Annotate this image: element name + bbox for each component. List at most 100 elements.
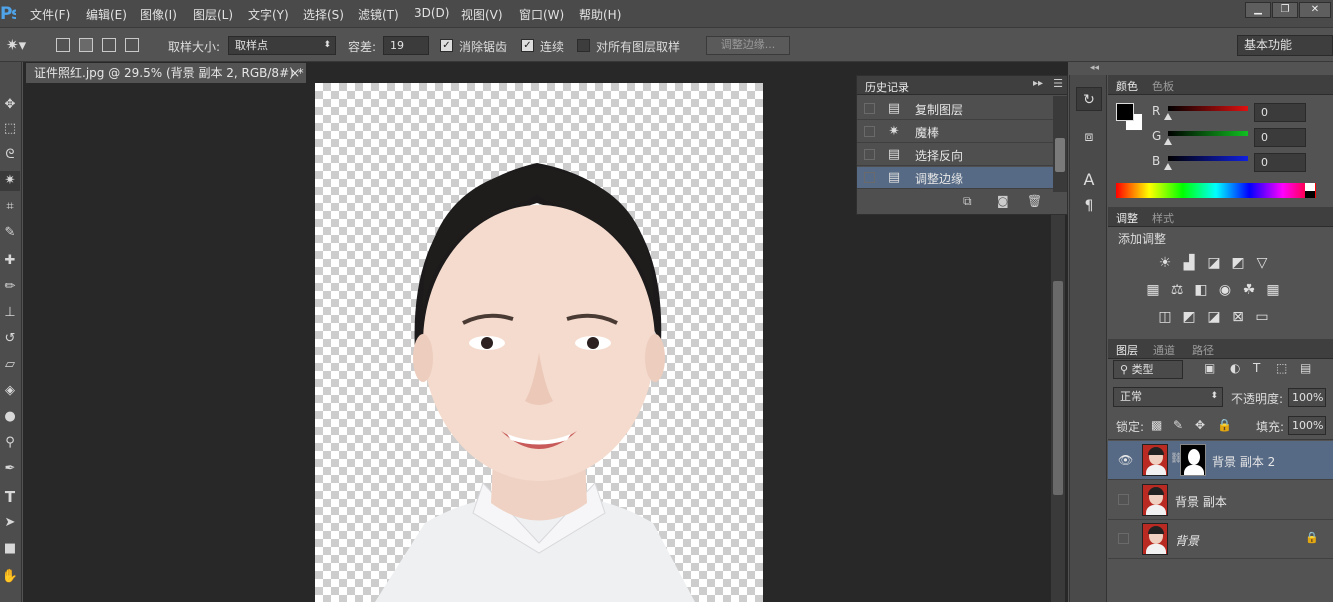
menu-edit[interactable]: 编辑(E) <box>86 6 127 23</box>
canvas[interactable] <box>315 83 763 602</box>
new-document-from-state-icon[interactable]: ⧉ <box>963 194 972 209</box>
menu-layer[interactable]: 图层(L) <box>193 6 233 23</box>
green-value-input[interactable]: 0 <box>1254 128 1306 147</box>
character-panel-icon[interactable]: A <box>1076 168 1102 192</box>
subtract-selection-icon[interactable] <box>102 38 116 52</box>
tab-layers[interactable]: 图层 <box>1116 342 1138 358</box>
history-snapshot-checkbox[interactable] <box>864 172 875 183</box>
tab-adjustments[interactable]: 调整 <box>1116 210 1138 226</box>
tab-channels[interactable]: 通道 <box>1153 342 1175 358</box>
history-scrollbar-thumb[interactable] <box>1055 138 1065 172</box>
levels-icon[interactable]: ▟ <box>1180 254 1198 272</box>
scrollbar-thumb[interactable] <box>1053 281 1063 495</box>
menu-help[interactable]: 帮助(H) <box>579 6 621 23</box>
blur-tool-icon[interactable]: ● <box>0 407 20 427</box>
menu-select[interactable]: 选择(S) <box>303 6 344 23</box>
eyedropper-tool-icon[interactable]: ✎ <box>0 223 20 243</box>
history-brush-tool-icon[interactable]: ↺ <box>0 329 20 349</box>
path-selection-tool-icon[interactable]: ➤ <box>0 513 20 533</box>
eraser-tool-icon[interactable]: ▱ <box>0 355 20 375</box>
gradient-map-icon[interactable]: ▭ <box>1253 308 1271 326</box>
foreground-color-swatch[interactable] <box>1116 103 1134 121</box>
visibility-toggle[interactable] <box>1118 494 1129 505</box>
history-item-magic-wand[interactable]: ✷ 魔棒 <box>857 121 1053 143</box>
tab-color[interactable]: 颜色 <box>1116 78 1138 94</box>
spectrum-black-chip[interactable] <box>1305 191 1315 198</box>
history-scrollbar[interactable] <box>1053 96 1067 192</box>
crop-tool-icon[interactable]: ⌗ <box>0 197 20 217</box>
blue-slider-handle[interactable] <box>1164 163 1172 170</box>
color-spectrum-bar[interactable] <box>1116 183 1316 198</box>
invert-icon[interactable]: ◫ <box>1156 308 1174 326</box>
collapse-panel-icon[interactable]: ▸▸ <box>1033 78 1043 89</box>
layer-filter-select[interactable]: ⚲ 类型 <box>1113 360 1183 379</box>
layer-mask-thumbnail[interactable] <box>1180 444 1206 476</box>
history-snapshot-checkbox[interactable] <box>864 103 875 114</box>
dodge-tool-icon[interactable]: ⚲ <box>0 433 20 453</box>
menu-3d[interactable]: 3D(D) <box>414 6 449 20</box>
camera-snapshot-icon[interactable]: ◙ <box>997 194 1009 208</box>
contiguous-checkbox[interactable]: ✓ <box>521 39 534 52</box>
green-slider-handle[interactable] <box>1164 138 1172 145</box>
threshold-icon[interactable]: ◪ <box>1205 308 1223 326</box>
exposure-icon[interactable]: ◩ <box>1229 254 1247 272</box>
history-dock-icon[interactable]: ↻ <box>1076 87 1102 111</box>
red-slider[interactable] <box>1168 106 1248 111</box>
lock-transparent-icon[interactable]: ▩ <box>1151 418 1162 432</box>
magic-wand-tool-icon[interactable]: ✷ <box>0 171 20 191</box>
tab-swatches[interactable]: 色板 <box>1152 78 1174 94</box>
type-tool-icon[interactable]: T <box>0 487 20 507</box>
document-tab[interactable]: 证件照红.jpg @ 29.5% (背景 副本 2, RGB/8#) * × <box>26 63 306 83</box>
pen-tool-icon[interactable]: ✒ <box>0 459 20 479</box>
trash-icon[interactable]: 🗑 <box>1027 194 1042 208</box>
eye-visibility-icon[interactable]: 👁 <box>1118 453 1133 467</box>
menu-type[interactable]: 文字(Y) <box>248 6 289 23</box>
green-slider[interactable] <box>1168 131 1248 136</box>
channel-mixer-icon[interactable]: ☘ <box>1240 281 1258 299</box>
history-snapshot-checkbox[interactable] <box>864 149 875 160</box>
visibility-toggle[interactable] <box>1118 533 1129 544</box>
menu-window[interactable]: 窗口(W) <box>519 6 564 23</box>
color-balance-icon[interactable]: ⚖ <box>1168 281 1186 299</box>
history-panel-title[interactable]: 历史记录 <box>865 79 909 95</box>
filter-type-icon[interactable]: T <box>1253 361 1260 375</box>
fill-input[interactable]: 100% <box>1288 416 1326 435</box>
lock-all-icon[interactable]: 🔒 <box>1217 418 1232 432</box>
marquee-tool-icon[interactable]: ⬚ <box>0 119 20 139</box>
menu-view[interactable]: 视图(V) <box>461 6 503 23</box>
history-item-duplicate-layer[interactable]: ▤ 复制图层 <box>857 98 1053 120</box>
lasso-tool-icon[interactable]: ᘓ <box>0 145 20 165</box>
menu-image[interactable]: 图像(I) <box>140 6 177 23</box>
minimize-icon[interactable]: ▁ <box>1245 2 1271 18</box>
sample-size-select[interactable]: 取样点 ⬍ <box>228 36 336 55</box>
blue-slider[interactable] <box>1168 156 1248 161</box>
curves-icon[interactable]: ◪ <box>1205 254 1223 272</box>
expand-dock-icon[interactable]: ◂◂ <box>1090 63 1099 73</box>
filter-smart-object-icon[interactable]: ▤ <box>1300 361 1311 375</box>
filter-pixel-icon[interactable]: ▣ <box>1204 361 1215 375</box>
magic-wand-tool-preset-icon[interactable]: ✷▾ <box>6 36 26 54</box>
paint-bucket-tool-icon[interactable]: ◈ <box>0 381 20 401</box>
clone-stamp-tool-icon[interactable]: ⊥ <box>0 303 20 323</box>
layer-row-background-copy[interactable]: 背景 副本 <box>1108 481 1333 520</box>
sample-all-layers-checkbox[interactable] <box>577 39 590 52</box>
move-tool-icon[interactable]: ✥ <box>0 95 20 115</box>
layer-row-background-copy-2[interactable]: 👁 ⛓ 背景 副本 2 <box>1108 441 1333 480</box>
intersect-selection-icon[interactable] <box>125 38 139 52</box>
black-white-icon[interactable]: ◧ <box>1192 281 1210 299</box>
blend-mode-select[interactable]: 正常 ⬍ <box>1113 387 1223 407</box>
new-selection-icon[interactable] <box>56 38 70 52</box>
tolerance-input[interactable]: 19 <box>383 36 429 55</box>
3d-cube-icon[interactable]: ⧈ <box>1076 125 1102 149</box>
history-item-refine-edge[interactable]: ▤ 调整边缘 <box>857 167 1053 189</box>
history-snapshot-checkbox[interactable] <box>864 126 875 137</box>
refine-edge-button[interactable]: 调整边缘... <box>706 36 790 55</box>
red-value-input[interactable]: 0 <box>1254 103 1306 122</box>
tab-styles[interactable]: 样式 <box>1152 210 1174 226</box>
hand-tool-icon[interactable]: ✋ <box>0 567 20 587</box>
panel-menu-icon[interactable]: ☰ <box>1053 77 1063 90</box>
paragraph-panel-icon[interactable]: ¶ <box>1076 194 1102 218</box>
close-tab-icon[interactable]: × <box>290 63 300 83</box>
history-item-select-inverse[interactable]: ▤ 选择反向 <box>857 144 1053 166</box>
photo-filter-icon[interactable]: ◉ <box>1216 281 1234 299</box>
